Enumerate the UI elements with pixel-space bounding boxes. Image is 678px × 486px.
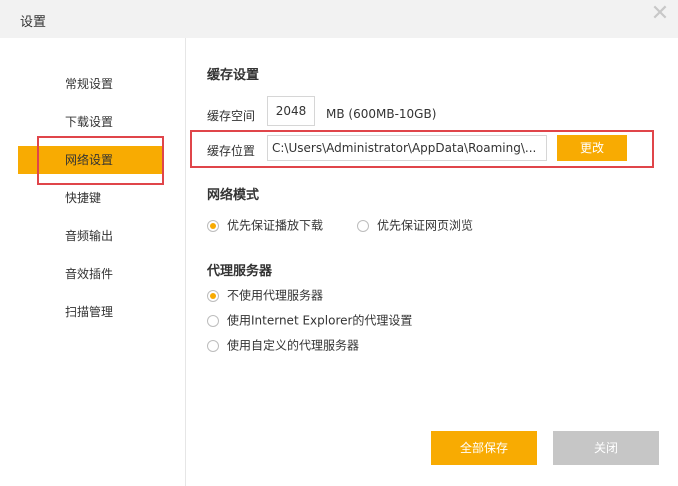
cache-space-input[interactable]: 2048	[267, 96, 315, 126]
cache-section-title: 缓存设置	[207, 68, 260, 83]
network-mode-section-title: 网络模式	[207, 188, 260, 203]
save-all-button[interactable]: 全部保存	[431, 431, 537, 465]
radio-selected-icon	[207, 289, 219, 302]
radio-unselected-icon	[357, 219, 369, 232]
sidebar-item-general[interactable]: 常规设置	[18, 70, 163, 98]
radio-selected-icon	[207, 219, 219, 232]
sidebar-item-label: 扫描管理	[65, 305, 114, 319]
sidebar-item-label: 音效插件	[65, 267, 114, 281]
settings-window: 设置 ✕ 常规设置 下载设置 网络设置 快捷键 音频输出 音效插件 扫描管理 缓…	[0, 0, 678, 486]
network-mode-option-playback[interactable]: 优先保证播放下载	[207, 217, 323, 233]
sidebar-item-shortcuts[interactable]: 快捷键	[18, 184, 163, 212]
cache-location-label: 缓存位置	[207, 144, 256, 158]
radio-unselected-icon	[207, 314, 219, 327]
window-title: 设置	[20, 15, 47, 30]
sidebar: 常规设置 下载设置 网络设置 快捷键 音频输出 音效插件 扫描管理	[0, 38, 186, 486]
close-button[interactable]: 关闭	[553, 431, 659, 465]
sidebar-item-scan-management[interactable]: 扫描管理	[18, 298, 163, 326]
change-location-button[interactable]: 更改	[557, 135, 627, 161]
sidebar-item-effects-plugins[interactable]: 音效插件	[18, 260, 163, 288]
sidebar-item-audio-output[interactable]: 音频输出	[18, 222, 163, 250]
proxy-section-title: 代理服务器	[207, 264, 273, 279]
cache-location-input[interactable]: C:\Users\Administrator\AppData\Roaming\.…	[267, 135, 547, 161]
cache-space-hint: MB (600MB-10GB)	[326, 107, 437, 121]
cache-space-label: 缓存空间	[207, 109, 256, 123]
proxy-option-custom[interactable]: 使用自定义的代理服务器	[207, 337, 359, 353]
title-bar: 设置 ✕	[0, 0, 678, 38]
sidebar-item-label: 网络设置	[65, 153, 114, 167]
sidebar-item-label: 音频输出	[65, 229, 114, 243]
sidebar-item-label: 常规设置	[65, 77, 114, 91]
sidebar-item-label: 下载设置	[65, 115, 114, 129]
sidebar-item-label: 快捷键	[65, 191, 102, 205]
proxy-option-none[interactable]: 不使用代理服务器	[207, 287, 323, 303]
close-icon[interactable]: ✕	[646, 0, 674, 28]
network-mode-option-browsing[interactable]: 优先保证网页浏览	[357, 217, 473, 233]
sidebar-item-network[interactable]: 网络设置	[18, 146, 163, 174]
proxy-option-ie[interactable]: 使用Internet Explorer的代理设置	[207, 312, 412, 328]
sidebar-item-download[interactable]: 下载设置	[18, 108, 163, 136]
radio-unselected-icon	[207, 339, 219, 352]
